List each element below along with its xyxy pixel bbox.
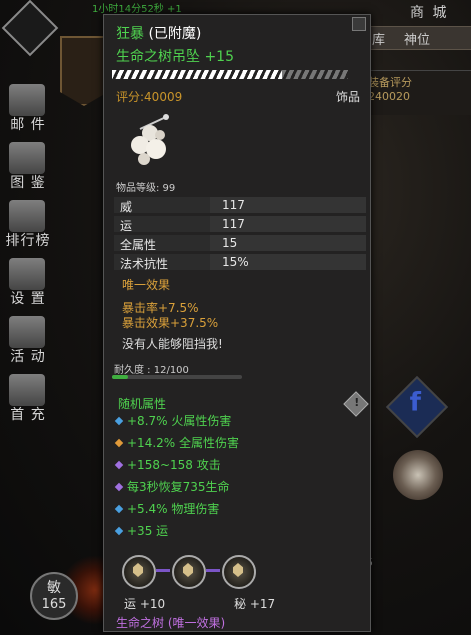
sidebar-item-first-recharge[interactable]: 首 充 <box>0 372 56 428</box>
attribute-key: 运 <box>120 219 133 233</box>
shop-button[interactable]: 商 城 <box>410 2 448 22</box>
close-icon[interactable] <box>352 17 366 31</box>
sidebar-item-settings[interactable]: 设 置 <box>0 256 56 312</box>
sidebar-item-label: 邮 件 <box>10 117 46 133</box>
attribute-value: 15% <box>222 255 249 269</box>
gem-socket-icon[interactable] <box>222 555 256 589</box>
diamond-bullet-icon <box>114 460 124 470</box>
gem-socket-icon[interactable] <box>122 555 156 589</box>
gem-sockets <box>114 551 264 591</box>
pendant-icon <box>131 114 169 165</box>
attribute-key: 法术抗性 <box>120 257 169 271</box>
top-bar: 1小时14分52秒 +1 商 城 <box>0 0 471 21</box>
gem-bonus-label: 运 +10 <box>124 597 166 611</box>
stat-label: 敏 <box>47 580 61 596</box>
equip-score-label: 装备评分 <box>368 76 412 89</box>
random-attribute: 每3秒恢复735生命 <box>114 478 230 495</box>
durability-bar <box>112 375 242 379</box>
item-tooltip: 狂暴 (已附魔) 生命之树吊坠 +15 评分:40009 饰品 物品等级: 99… <box>103 14 371 632</box>
gem-socket-icon[interactable] <box>172 555 206 589</box>
unique-effect-header: 唯一效果 <box>122 278 171 292</box>
set-name: 生命之树 (唯一效果) <box>116 616 226 630</box>
first-recharge-icon <box>9 374 45 406</box>
ranking-icon <box>9 200 45 232</box>
banner-icon <box>60 36 108 106</box>
mail-icon <box>9 84 45 116</box>
durability-fill <box>112 375 128 379</box>
sidebar-item-label: 首 充 <box>10 407 46 423</box>
gem-link <box>206 569 220 572</box>
sidebar-item-label: 排行榜 <box>5 233 51 249</box>
diamond-bullet-icon <box>114 482 124 492</box>
random-attribute-text: +5.4% 物理伤害 <box>127 502 220 516</box>
item-level: 物品等级: 99 <box>116 183 176 194</box>
info-icon[interactable]: ! <box>343 391 369 417</box>
item-quote: 没有人能够阻挡我! <box>122 337 223 351</box>
random-attribute-text: 每3秒恢复735生命 <box>127 480 230 494</box>
guild-emblem-icon[interactable] <box>393 450 443 500</box>
unique-effect: 暴击效果+37.5% <box>122 316 219 330</box>
attribute-value: 117 <box>222 198 245 212</box>
sidebar-item-label: 图 鉴 <box>10 175 46 191</box>
random-attribute-text: +158~158 攻击 <box>127 458 221 472</box>
attribute-row: 法术抗性 15% <box>114 254 366 271</box>
equip-score-value: 240020 <box>368 90 410 103</box>
diamond-bullet-icon <box>114 504 124 514</box>
random-attribute: +8.7% 火属性伤害 <box>114 412 232 429</box>
random-attribute-text: +35 运 <box>127 524 169 538</box>
diamond-bullet-icon <box>114 416 124 426</box>
attribute-key: 全属性 <box>120 238 157 252</box>
rarity-stripes-empty <box>282 70 348 79</box>
random-attribute: +35 运 <box>114 522 169 539</box>
item-name: 狂暴 (已附魔) <box>116 23 201 43</box>
item-enchant-status: (已附魔) <box>148 26 202 42</box>
random-attribute: +5.4% 物理伤害 <box>114 500 220 517</box>
random-attribute: +14.2% 全属性伤害 <box>114 434 239 451</box>
gear-icon <box>9 258 45 290</box>
diamond-bullet-icon <box>114 526 124 536</box>
random-attributes-header: 随机属性 <box>118 397 167 411</box>
random-attribute: +158~158 攻击 <box>114 456 221 473</box>
sidebar-item-events[interactable]: 活 动 <box>0 314 56 370</box>
sidebar-item-ranking[interactable]: 排行榜 <box>0 198 56 254</box>
attribute-value: 117 <box>222 217 245 231</box>
item-slot: 饰品 <box>336 90 361 104</box>
random-attribute-text: +14.2% 全属性伤害 <box>127 436 239 450</box>
sidebar-item-codex[interactable]: 图 鉴 <box>0 140 56 196</box>
attribute-key: 威 <box>120 200 133 214</box>
diamond-bullet-icon <box>114 438 124 448</box>
rarity-stripes <box>112 70 282 79</box>
sidebar-item-label: 活 动 <box>10 349 46 365</box>
item-score: 评分:40009 <box>116 90 183 104</box>
attribute-row: 运 117 <box>114 216 366 233</box>
attribute-value: 15 <box>222 236 238 250</box>
agility-stat[interactable]: 敏 165 <box>30 572 78 620</box>
gem-link <box>156 569 170 572</box>
attribute-row: 威 117 <box>114 197 366 214</box>
sidebar-item-label: 设 置 <box>10 291 46 307</box>
tab-storage[interactable]: 库 <box>372 29 385 48</box>
item-title: 生命之树吊坠 +15 <box>116 49 234 65</box>
timer-text: 1小时14分52秒 +1 <box>92 4 182 15</box>
gem-bonus-label: 秘 +17 <box>234 597 276 611</box>
tab-divine-seat[interactable]: 神位 <box>404 29 430 48</box>
attribute-row: 全属性 15 <box>114 235 366 252</box>
event-icon <box>9 316 45 348</box>
book-icon <box>9 142 45 174</box>
random-attribute-text: +8.7% 火属性伤害 <box>127 414 232 428</box>
sidebar-item-mail[interactable]: 邮 件 <box>0 82 56 138</box>
right-tab-bar: 库 神位 <box>365 26 471 50</box>
item-prefix: 狂暴 <box>116 26 144 42</box>
stat-value: 165 <box>41 597 67 612</box>
equip-score: 装备评分 240020 <box>368 76 412 104</box>
durability-text: 耐久度 : 12/100 <box>114 365 189 376</box>
